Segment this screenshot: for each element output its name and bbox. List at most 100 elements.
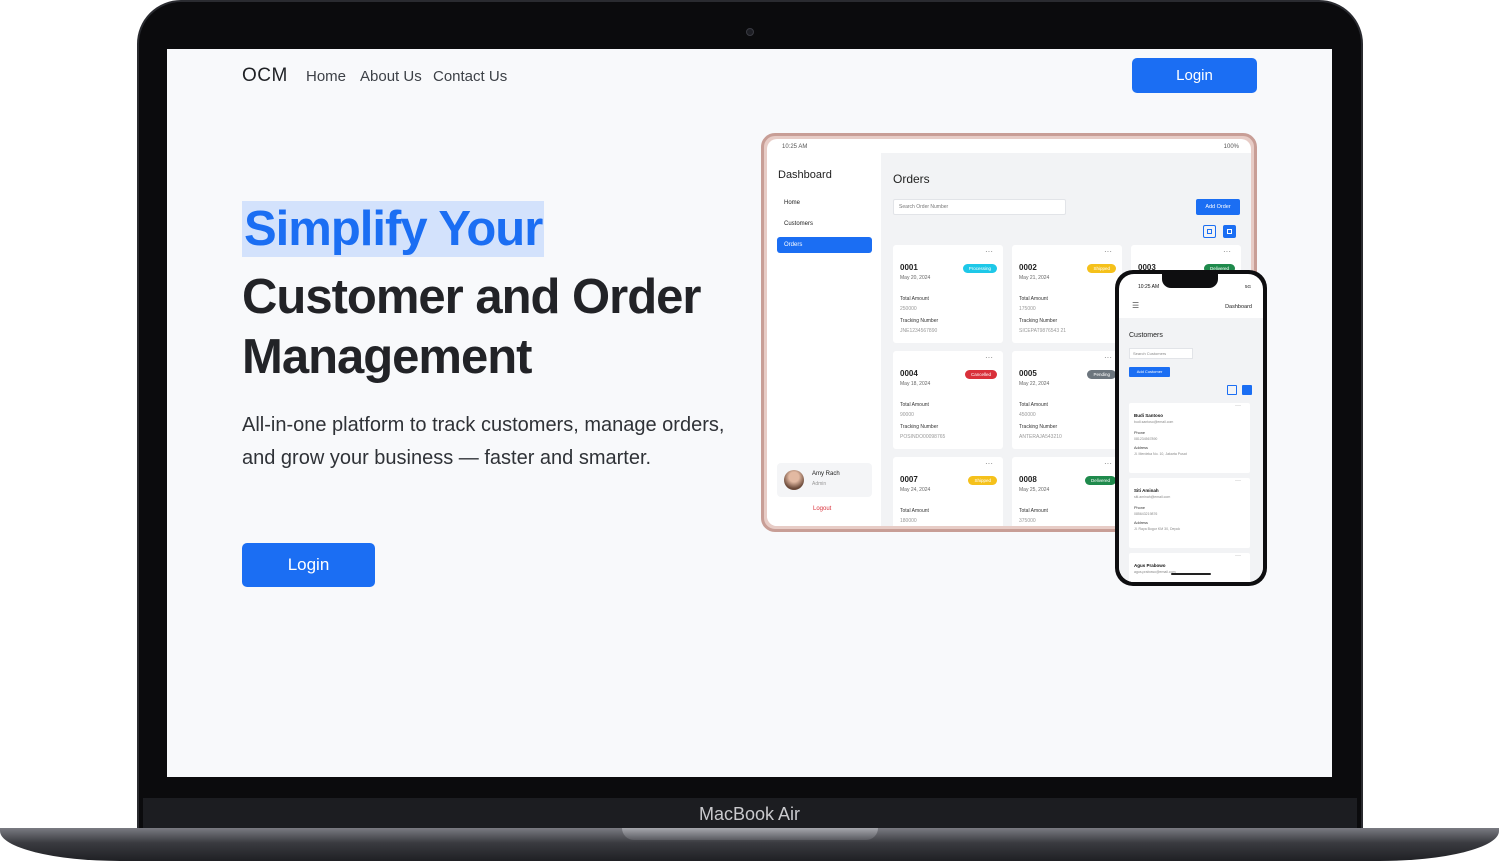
order-card[interactable]: ··· 0007 May 24, 2024 Shipped Total Amount 18… — [893, 457, 1003, 526]
order-card[interactable]: ··· 0004 May 18, 2024 Cancelled Total Amount… — [893, 351, 1003, 449]
order-date: May 25, 2024 — [1019, 487, 1050, 493]
order-card[interactable]: ··· 0005 May 22, 2024 Pending Total Amount 45… — [1012, 351, 1122, 449]
list-view-icon[interactable] — [1203, 225, 1216, 238]
total-amount-label: Total Amount — [1019, 296, 1048, 302]
order-date: May 21, 2024 — [1019, 275, 1050, 281]
phone-header-title: Dashboard — [1225, 304, 1252, 310]
hamburger-menu-icon[interactable]: ☰ — [1132, 301, 1139, 310]
status-badge: Processing — [962, 264, 997, 273]
sidebar-item-home[interactable]: Home — [777, 195, 872, 211]
order-id: 0005 — [1019, 369, 1037, 378]
order-id: 0007 — [900, 475, 918, 484]
camera-icon — [746, 28, 754, 36]
total-amount-label: Total Amount — [900, 296, 929, 302]
phone-status-signal: 5G — [1244, 284, 1251, 289]
grid-view-icon[interactable] — [1223, 225, 1236, 238]
laptop-mockup: MacBook Air OCM Home About Us Contact Us… — [0, 0, 1499, 861]
address-label: Address — [1134, 521, 1148, 525]
brand-logo[interactable]: OCM — [242, 65, 288, 87]
order-id: 0001 — [900, 263, 918, 272]
order-search-input[interactable]: Search Order Number — [893, 199, 1066, 215]
more-options-icon[interactable]: ··· — [985, 247, 993, 256]
customer-name: Agus Prabowo — [1134, 563, 1166, 568]
more-options-icon[interactable]: ··· — [1235, 553, 1241, 559]
more-options-icon[interactable]: ··· — [1235, 478, 1241, 484]
customer-email: siti.aminah@email.com — [1134, 495, 1171, 499]
order-card[interactable]: ··· 0008 May 25, 2024 Delivered Total Amount… — [1012, 457, 1122, 526]
order-id: 0008 — [1019, 475, 1037, 484]
total-amount-label: Total Amount — [900, 508, 929, 514]
tablet-status-time: 10:25 AM — [782, 144, 808, 150]
order-date: May 20, 2024 — [900, 275, 931, 281]
phone-mockup: 10:25 AM 5G ☰ Dashboard Customers Search… — [1115, 270, 1267, 586]
home-indicator — [1171, 573, 1211, 575]
hero-title-line3: Management — [242, 330, 533, 384]
order-card[interactable]: ··· 0002 May 21, 2024 Shipped Total Amount 17… — [1012, 245, 1122, 343]
user-role: Admin — [812, 481, 827, 487]
status-badge: Delivered — [1084, 476, 1116, 485]
order-date: May 24, 2024 — [900, 487, 931, 493]
total-amount-value: 180000 — [900, 518, 917, 524]
tracking-number-value: SICEPAT9876543 21 — [1019, 328, 1067, 334]
navbar: OCM Home About Us Contact Us Login — [167, 49, 1332, 101]
hero-title-highlight: Simplify Your — [242, 201, 545, 257]
status-badge: Shipped — [968, 476, 997, 485]
order-date: May 22, 2024 — [1019, 381, 1050, 387]
hero-login-button[interactable]: Login — [242, 543, 375, 587]
nav-login-button[interactable]: Login — [1132, 58, 1257, 93]
add-customer-button[interactable]: Add Customer — [1129, 367, 1170, 377]
sidebar-item-orders[interactable]: Orders — [777, 237, 872, 253]
customer-search-input[interactable]: Search Customers — [1129, 348, 1193, 359]
screen: OCM Home About Us Contact Us Login Simpl… — [167, 49, 1332, 777]
user-name: Amy Rach — [812, 471, 840, 477]
sidebar-title: Dashboard — [778, 169, 832, 181]
customer-card[interactable]: ··· Budi Santoso budi.santoso@email.com Pho… — [1129, 403, 1250, 473]
tracking-number-value: JNE1234567890 — [900, 328, 938, 334]
tracking-number-label: Tracking Number — [1019, 424, 1058, 430]
total-amount-value: 250000 — [900, 306, 917, 312]
status-badge: Shipped — [1087, 264, 1116, 273]
sidebar-item-customers[interactable]: Customers — [777, 216, 872, 232]
customer-card[interactable]: ··· Agus Prabowo agus.prabowo@email.com — [1129, 553, 1250, 582]
customer-card[interactable]: ··· Siti Aminah siti.aminah@email.com Phone… — [1129, 478, 1250, 548]
status-badge: Cancelled — [964, 370, 997, 379]
status-badge: Pending — [1087, 370, 1116, 379]
hero-title-line2: Customer and Order — [242, 270, 701, 324]
phone-screen: 10:25 AM 5G ☰ Dashboard Customers Search… — [1119, 274, 1263, 582]
customer-address: Jl. Merdeka No. 10, Jakarta Pusat — [1134, 452, 1187, 456]
more-options-icon[interactable]: ··· — [1104, 353, 1112, 362]
more-options-icon[interactable]: ··· — [1235, 403, 1241, 409]
phone-label: Phone — [1134, 506, 1145, 510]
more-options-icon[interactable]: ··· — [985, 353, 993, 362]
nav-link-contact[interactable]: Contact Us — [433, 68, 507, 85]
list-view-icon[interactable] — [1227, 385, 1237, 395]
more-options-icon[interactable]: ··· — [1223, 247, 1231, 256]
customer-address: Jl. Raya Bogor KM 30, Depok — [1134, 527, 1181, 531]
total-amount-value: 90000 — [900, 412, 914, 418]
nav-link-home[interactable]: Home — [306, 68, 346, 85]
customer-email: budi.santoso@email.com — [1134, 420, 1174, 424]
more-options-icon[interactable]: ··· — [1104, 459, 1112, 468]
phone-label: Phone — [1134, 431, 1145, 435]
tracking-number-label: Tracking Number — [1019, 318, 1058, 324]
add-order-button[interactable]: Add Order — [1196, 199, 1240, 215]
total-amount-value: 375000 — [1019, 518, 1036, 524]
customer-name: Budi Santoso — [1134, 413, 1163, 418]
device-label: MacBook Air — [698, 804, 801, 824]
laptop-hinge-notch — [622, 828, 878, 840]
tracking-number-label: Tracking Number — [900, 318, 939, 324]
more-options-icon[interactable]: ··· — [985, 459, 993, 468]
total-amount-label: Total Amount — [900, 402, 929, 408]
tracking-number-value: ANTERAJA543210 — [1019, 434, 1062, 440]
tablet-status-battery: 100% — [1223, 144, 1239, 150]
more-options-icon[interactable]: ··· — [1104, 247, 1112, 256]
order-card[interactable]: ··· 0001 May 20, 2024 Processing Total Amoun… — [893, 245, 1003, 343]
user-profile[interactable]: Amy Rach Admin — [777, 463, 872, 497]
grid-view-icon[interactable] — [1242, 385, 1252, 395]
logout-link[interactable]: Logout — [813, 506, 831, 512]
avatar — [784, 470, 804, 490]
nav-link-about[interactable]: About Us — [360, 68, 422, 85]
total-amount-label: Total Amount — [1019, 402, 1048, 408]
tablet-sidebar: Dashboard Home Customers Orders Amy Rach… — [767, 153, 881, 526]
order-id: 0004 — [900, 369, 918, 378]
